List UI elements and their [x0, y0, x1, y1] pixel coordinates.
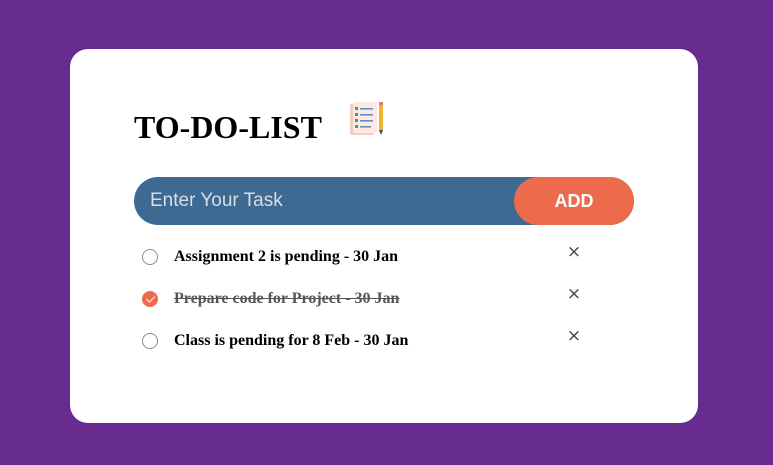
task-text: Prepare code for Project - 30 Jan	[174, 290, 400, 307]
list-item[interactable]: Prepare code for Project - 30 Jan ×	[134, 278, 594, 320]
task-input-row: ADD	[134, 177, 634, 225]
add-button[interactable]: ADD	[514, 177, 634, 225]
task-list: Assignment 2 is pending - 30 Jan × Prepa…	[134, 236, 594, 362]
list-item[interactable]: Assignment 2 is pending - 30 Jan ×	[134, 236, 594, 278]
task-input[interactable]	[134, 177, 514, 225]
page-title: TO-DO-LIST	[134, 109, 322, 145]
list-item[interactable]: Class is pending for 8 Feb - 30 Jan ×	[134, 320, 594, 362]
close-icon[interactable]: ×	[566, 284, 582, 304]
checklist-notepad-pencil-icon	[349, 102, 383, 135]
task-checkbox[interactable]	[142, 333, 158, 349]
todo-card: TO-DO-LIST ADD Assignment 2 is pending -…	[70, 49, 698, 423]
header: TO-DO-LIST	[134, 101, 386, 143]
task-checkbox[interactable]	[142, 249, 158, 265]
task-text: Assignment 2 is pending - 30 Jan	[174, 248, 399, 265]
close-icon[interactable]: ×	[566, 242, 582, 262]
task-checkbox-checked[interactable]	[142, 291, 158, 307]
task-text: Class is pending for 8 Feb - 30 Jan	[174, 332, 409, 349]
close-icon[interactable]: ×	[566, 326, 582, 346]
